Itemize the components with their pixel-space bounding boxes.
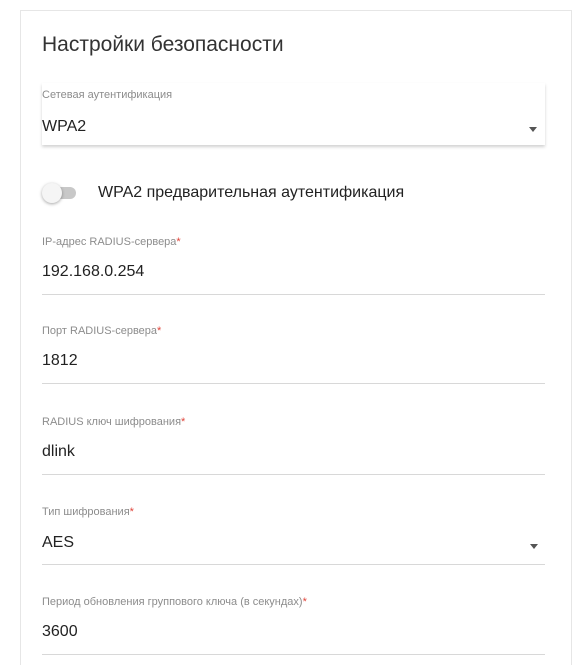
chevron-down-icon [529,127,537,132]
group-key-period-label: Период обновления группового ключа (в се… [42,596,307,608]
radius-ip-label-text: IP-адрес RADIUS-сервера [42,236,177,248]
network-auth-value: WPA2 [42,118,87,135]
required-mark: * [157,325,162,337]
radius-port-label-text: Порт RADIUS-сервера [42,325,158,337]
radius-key-input[interactable]: dlink [42,443,75,461]
radius-port-input[interactable]: 1812 [42,352,78,370]
encryption-type-underline [42,564,545,565]
group-key-period-label-text: Период обновления группового ключа (в се… [42,596,303,608]
chevron-down-icon[interactable] [530,544,538,549]
network-auth-label: Сетевая аутентификация [42,89,173,101]
radius-ip-input[interactable]: 192.168.0.254 [42,263,144,281]
encryption-type-label: Тип шифрования* [42,506,134,518]
preauth-toggle-label: WPA2 предварительная аутентификация [98,184,405,201]
group-key-period-underline [42,654,545,655]
required-mark: * [181,416,186,428]
radius-port-label: Порт RADIUS-сервера* [42,325,161,337]
section-title: Настройки безопасности [42,33,284,56]
required-mark: * [176,236,181,248]
encryption-type-label-text: Тип шифрования [42,506,130,518]
radius-port-underline [42,383,545,384]
radius-key-label: RADIUS ключ шифрования* [42,416,185,428]
network-auth-select[interactable]: Сетевая аутентификация WPA2 [42,83,545,145]
preauth-toggle[interactable] [42,183,78,203]
toggle-knob [42,183,62,203]
required-mark: * [129,506,134,518]
radius-key-label-text: RADIUS ключ шифрования [42,416,182,428]
required-mark: * [302,596,307,608]
encryption-type-select[interactable]: AES [42,534,74,552]
radius-ip-label: IP-адрес RADIUS-сервера* [42,236,181,248]
group-key-period-input[interactable]: 3600 [42,623,78,641]
radius-ip-underline [42,294,545,295]
radius-key-underline [42,474,545,475]
